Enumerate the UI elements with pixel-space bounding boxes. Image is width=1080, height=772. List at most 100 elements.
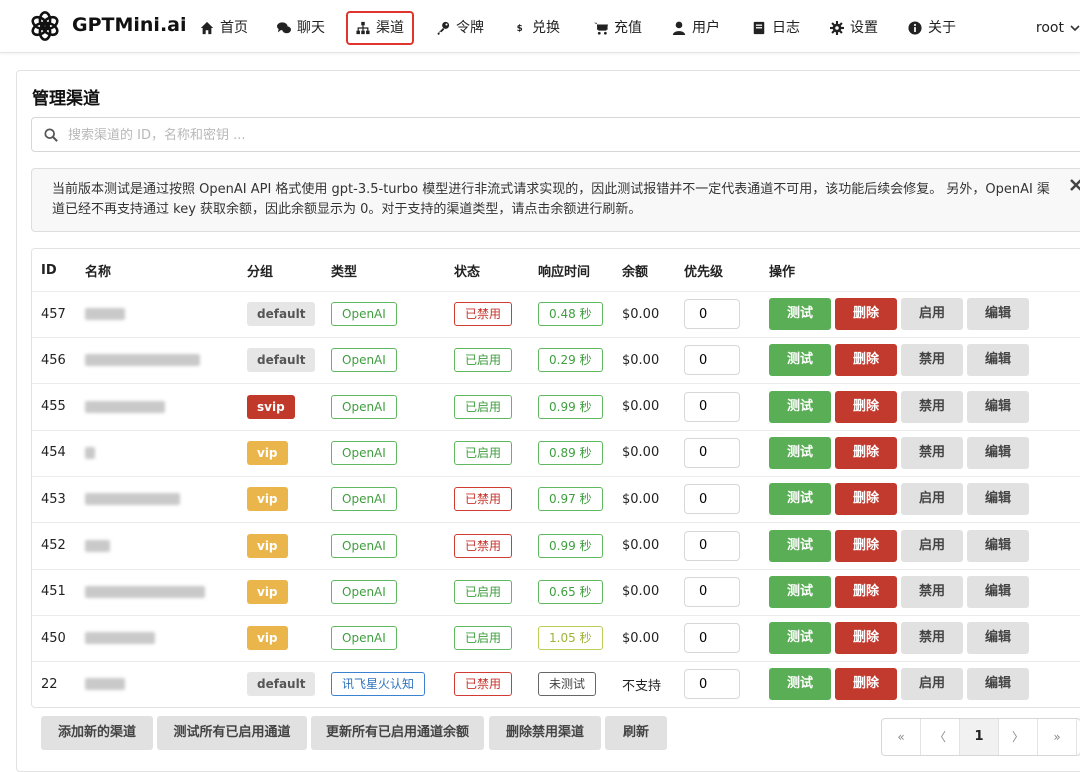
test-button[interactable]: 测试 — [769, 483, 831, 516]
toggle-button[interactable]: 禁用 — [901, 436, 963, 469]
cell-balance[interactable]: $0.00 — [622, 337, 659, 383]
edit-button[interactable]: 编辑 — [967, 622, 1029, 655]
toggle-button[interactable]: 禁用 — [901, 344, 963, 377]
header-status[interactable]: 状态 — [454, 249, 480, 291]
test-button[interactable]: 测试 — [769, 298, 831, 330]
response-time-tag[interactable]: 0.48 秒 — [538, 302, 603, 326]
page-prev[interactable]: 〈 — [921, 719, 960, 755]
edit-button[interactable]: 编辑 — [967, 298, 1029, 330]
cell-balance[interactable]: $0.00 — [622, 569, 659, 615]
test-button[interactable]: 测试 — [769, 529, 831, 562]
delete-button[interactable]: 删除 — [835, 390, 897, 423]
nav-users[interactable]: 用户 — [672, 12, 720, 44]
delete-button[interactable]: 删除 — [835, 483, 897, 516]
priority-input[interactable] — [684, 345, 740, 376]
toggle-button[interactable]: 启用 — [901, 483, 963, 516]
edit-button[interactable]: 编辑 — [967, 529, 1029, 562]
delete-button[interactable]: 删除 — [835, 344, 897, 377]
edit-button[interactable]: 编辑 — [967, 344, 1029, 377]
priority-input[interactable] — [684, 437, 740, 468]
toggle-button[interactable]: 禁用 — [901, 575, 963, 608]
delete-button[interactable]: 删除 — [835, 622, 897, 655]
header-id[interactable]: ID — [41, 249, 57, 291]
response-time-tag[interactable]: 未测试 — [538, 672, 597, 697]
page-current[interactable]: 1 — [960, 719, 999, 755]
nav-redeem[interactable]: $ 兑换 — [516, 12, 560, 44]
toggle-button[interactable]: 启用 — [901, 529, 963, 562]
toggle-button[interactable]: 启用 — [901, 298, 963, 330]
page-last[interactable]: » — [1038, 719, 1077, 755]
test-button[interactable]: 测试 — [769, 575, 831, 608]
toggle-button[interactable]: 启用 — [901, 668, 963, 701]
nav-tokens[interactable]: 令牌 — [436, 12, 484, 44]
edit-button[interactable]: 编辑 — [967, 668, 1029, 701]
nav-settings[interactable]: 设置 — [830, 12, 878, 44]
priority-input[interactable] — [684, 391, 740, 422]
delete-button[interactable]: 删除 — [835, 668, 897, 701]
priority-input[interactable] — [684, 530, 740, 561]
edit-button[interactable]: 编辑 — [967, 436, 1029, 469]
test-button[interactable]: 测试 — [769, 668, 831, 701]
header-group[interactable]: 分组 — [247, 249, 273, 291]
cell-group: svip — [247, 384, 295, 430]
response-time-tag[interactable]: 0.99 秒 — [538, 394, 603, 419]
header-type[interactable]: 类型 — [331, 249, 357, 291]
priority-input[interactable] — [684, 623, 740, 654]
nav-channels[interactable]: 渠道 — [346, 11, 414, 45]
nav-about[interactable]: 关于 — [908, 12, 956, 44]
response-time-tag[interactable]: 0.99 秒 — [538, 533, 603, 558]
response-time-tag[interactable]: 0.29 秒 — [538, 348, 603, 373]
add-channel-button[interactable]: 添加新的渠道 — [41, 716, 153, 750]
search-box[interactable] — [31, 117, 1080, 153]
refresh-button[interactable]: 刷新 — [605, 716, 667, 750]
header-name[interactable]: 名称 — [85, 249, 111, 291]
response-time-tag[interactable]: 0.97 秒 — [538, 487, 603, 512]
search-input[interactable] — [66, 118, 970, 153]
cell-balance[interactable]: $0.00 — [622, 430, 659, 476]
response-time-tag[interactable]: 0.65 秒 — [538, 579, 603, 604]
page-first[interactable]: « — [882, 719, 921, 755]
nav-logs[interactable]: 日志 — [752, 12, 800, 44]
delete-button[interactable]: 删除 — [835, 436, 897, 469]
edit-button[interactable]: 编辑 — [967, 575, 1029, 608]
cell-balance[interactable]: $0.00 — [622, 615, 659, 661]
close-icon[interactable] — [1070, 179, 1080, 191]
edit-button[interactable]: 编辑 — [967, 483, 1029, 516]
nav-chat[interactable]: 聊天 — [277, 12, 325, 44]
type-tag: OpenAI — [331, 440, 397, 465]
page-next[interactable]: 〉 — [999, 719, 1038, 755]
cell-balance[interactable]: $0.00 — [622, 384, 659, 430]
priority-input[interactable] — [684, 484, 740, 515]
delete-disabled-button[interactable]: 删除禁用渠道 — [489, 716, 601, 750]
priority-input[interactable] — [684, 576, 740, 607]
header-response[interactable]: 响应时间 — [538, 249, 590, 291]
response-time-tag[interactable]: 0.89 秒 — [538, 440, 603, 465]
edit-button[interactable]: 编辑 — [967, 390, 1029, 423]
priority-input[interactable] — [684, 299, 740, 329]
cell-balance[interactable]: 不支持 — [622, 661, 661, 707]
test-button[interactable]: 测试 — [769, 390, 831, 423]
toggle-button[interactable]: 禁用 — [901, 622, 963, 655]
delete-button[interactable]: 删除 — [835, 529, 897, 562]
header-priority[interactable]: 优先级 — [684, 249, 723, 291]
cell-balance[interactable]: $0.00 — [622, 291, 659, 337]
header-balance[interactable]: 余额 — [622, 249, 648, 291]
test-button[interactable]: 测试 — [769, 436, 831, 469]
toggle-button[interactable]: 禁用 — [901, 390, 963, 423]
priority-input[interactable] — [684, 669, 740, 700]
update-balances-button[interactable]: 更新所有已启用通道余额 — [311, 716, 484, 750]
nav-topup[interactable]: 充值 — [594, 12, 642, 44]
response-time-tag[interactable]: 1.05 秒 — [538, 626, 603, 651]
test-button[interactable]: 测试 — [769, 622, 831, 655]
cell-name-redacted — [85, 569, 205, 615]
user-menu[interactable]: root — [1036, 12, 1080, 44]
nav-home[interactable]: 首页 — [200, 12, 248, 44]
test-button[interactable]: 测试 — [769, 344, 831, 377]
cell-balance[interactable]: $0.00 — [622, 476, 659, 522]
delete-button[interactable]: 删除 — [835, 575, 897, 608]
brand-name[interactable]: GPTMini.ai — [72, 14, 187, 36]
cell-balance[interactable]: $0.00 — [622, 523, 659, 569]
test-all-button[interactable]: 测试所有已启用通道 — [157, 716, 307, 750]
top-navbar: GPTMini.ai 首页 聊天 渠道 令牌 $ 兑换 充值 用户 日志 设置 … — [0, 0, 1080, 53]
delete-button[interactable]: 删除 — [835, 298, 897, 330]
